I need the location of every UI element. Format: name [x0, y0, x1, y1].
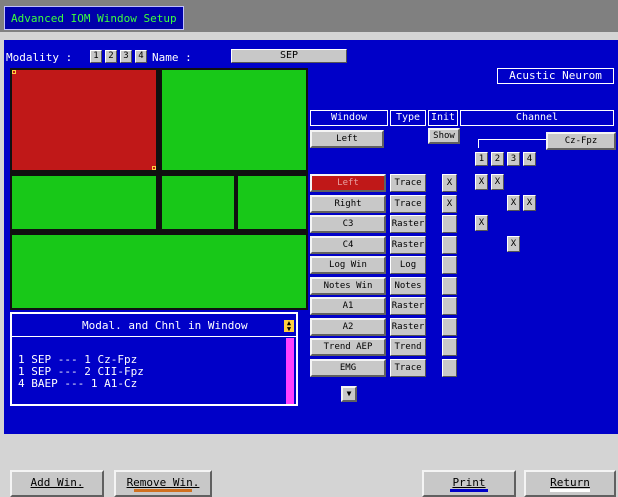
row-init-checkbox[interactable]	[442, 256, 457, 274]
layout-grid	[10, 68, 308, 310]
scroll-arrows-icon[interactable]: ▲ ▼	[284, 320, 294, 333]
pane-a1[interactable]	[236, 174, 308, 231]
corner-marker-icon	[152, 166, 156, 170]
channel-mark[interactable]: X	[475, 174, 488, 190]
row-window-button[interactable]: A2	[310, 318, 386, 336]
row-init-checkbox[interactable]: X	[442, 174, 457, 192]
modal-panel-header: Modal. and Chnl in Window	[82, 319, 248, 332]
channel-mark[interactable]: X	[507, 236, 520, 252]
channel-mark[interactable]: X	[491, 174, 504, 190]
row-init-checkbox[interactable]	[442, 277, 457, 295]
list-item[interactable]: 4 BAEP --- 1 A1-Cz	[18, 377, 137, 390]
channel-number-2: 2	[491, 152, 504, 166]
row-type-cell[interactable]: Trace	[390, 195, 426, 213]
row-window-button[interactable]: Right	[310, 195, 386, 213]
add-window-button[interactable]: Add Win.	[10, 470, 104, 497]
selected-window-field[interactable]: Left	[310, 130, 384, 148]
channel-number-1: 1	[475, 152, 488, 166]
window-title: Advanced IOM Window Setup	[4, 6, 184, 30]
row-window-button[interactable]: A1	[310, 297, 386, 315]
setup-panel: Modality : 1 2 3 4 Name : SEP Acustic Ne…	[4, 40, 618, 434]
row-init-checkbox[interactable]	[442, 215, 457, 233]
channel-mark[interactable]: X	[523, 195, 536, 211]
row-window-button[interactable]: Log Win	[310, 256, 386, 274]
row-type-cell[interactable]: Trend	[390, 338, 426, 356]
modality-label: Modality :	[6, 51, 73, 64]
remove-window-label: Remove Win.	[126, 476, 200, 489]
print-indicator	[450, 489, 488, 492]
channel-number-4: 4	[523, 152, 536, 166]
modality-button-2[interactable]: 2	[105, 50, 117, 63]
channel-mark[interactable]: X	[507, 195, 520, 211]
row-init-checkbox[interactable]	[442, 338, 457, 356]
row-init-checkbox[interactable]	[442, 359, 457, 377]
name-label: Name :	[152, 51, 192, 64]
header-channel: Channel	[460, 110, 614, 126]
channel-field[interactable]: Cz-Fpz	[546, 132, 616, 150]
row-type-cell[interactable]: Notes	[390, 277, 426, 295]
header-window: Window	[310, 110, 388, 126]
header-type: Type	[390, 110, 426, 126]
remove-indicator	[134, 489, 192, 492]
divider	[12, 336, 296, 337]
show-button[interactable]: Show	[428, 128, 460, 144]
scrollbar[interactable]	[286, 338, 294, 404]
modality-button-3[interactable]: 3	[120, 50, 132, 63]
row-window-button[interactable]: C3	[310, 215, 386, 233]
print-button[interactable]: Print	[422, 470, 516, 497]
modality-button-1[interactable]: 1	[90, 50, 102, 63]
modality-button-4[interactable]: 4	[135, 50, 147, 63]
row-init-checkbox[interactable]	[442, 297, 457, 315]
add-window-label: Add Win.	[30, 476, 84, 489]
channel-mark[interactable]: X	[475, 215, 488, 231]
row-init-checkbox[interactable]	[442, 318, 457, 336]
row-init-checkbox[interactable]: X	[442, 195, 457, 213]
header-init: Init	[428, 110, 458, 126]
name-field[interactable]: SEP	[231, 49, 347, 63]
row-type-cell[interactable]: Raster	[390, 318, 426, 336]
acustic-label: Acustic Neurom	[497, 68, 614, 84]
row-window-button[interactable]: Notes Win	[310, 277, 386, 295]
row-type-cell[interactable]: Raster	[390, 236, 426, 254]
pane-c3[interactable]	[10, 174, 158, 231]
remove-window-button[interactable]: Remove Win.	[114, 470, 212, 497]
return-label: Return	[550, 476, 590, 489]
row-type-cell[interactable]: Raster	[390, 297, 426, 315]
scroll-down-icon[interactable]: ▼	[341, 386, 357, 402]
row-type-cell[interactable]: Trace	[390, 174, 426, 192]
row-type-cell[interactable]: Raster	[390, 215, 426, 233]
connector-line	[478, 139, 479, 148]
pane-right[interactable]	[160, 68, 308, 172]
channel-number-3: 3	[507, 152, 520, 166]
row-type-cell[interactable]: Trace	[390, 359, 426, 377]
row-window-button[interactable]: C4	[310, 236, 386, 254]
pane-left[interactable]	[10, 68, 158, 172]
row-window-button[interactable]: Trend AEP	[310, 338, 386, 356]
row-type-cell[interactable]: Log	[390, 256, 426, 274]
title-bar: Advanced IOM Window Setup	[0, 0, 618, 32]
row-init-checkbox[interactable]	[442, 236, 457, 254]
pane-a2[interactable]	[10, 233, 308, 310]
connector-line	[478, 139, 546, 140]
row-window-button[interactable]: Left	[310, 174, 386, 192]
window-table: Left Trace X X X Right Trace X X X C3 Raster X C4 Rast…	[310, 174, 616, 394]
modal-channel-panel: Modal. and Chnl in Window 1 SEP --- 1 Cz…	[10, 312, 298, 406]
corner-marker-icon	[12, 70, 16, 74]
return-indicator	[550, 489, 590, 492]
row-window-button[interactable]: EMG	[310, 359, 386, 377]
pane-c4[interactable]	[160, 174, 236, 231]
print-label: Print	[452, 476, 486, 489]
return-button[interactable]: Return	[524, 470, 616, 497]
